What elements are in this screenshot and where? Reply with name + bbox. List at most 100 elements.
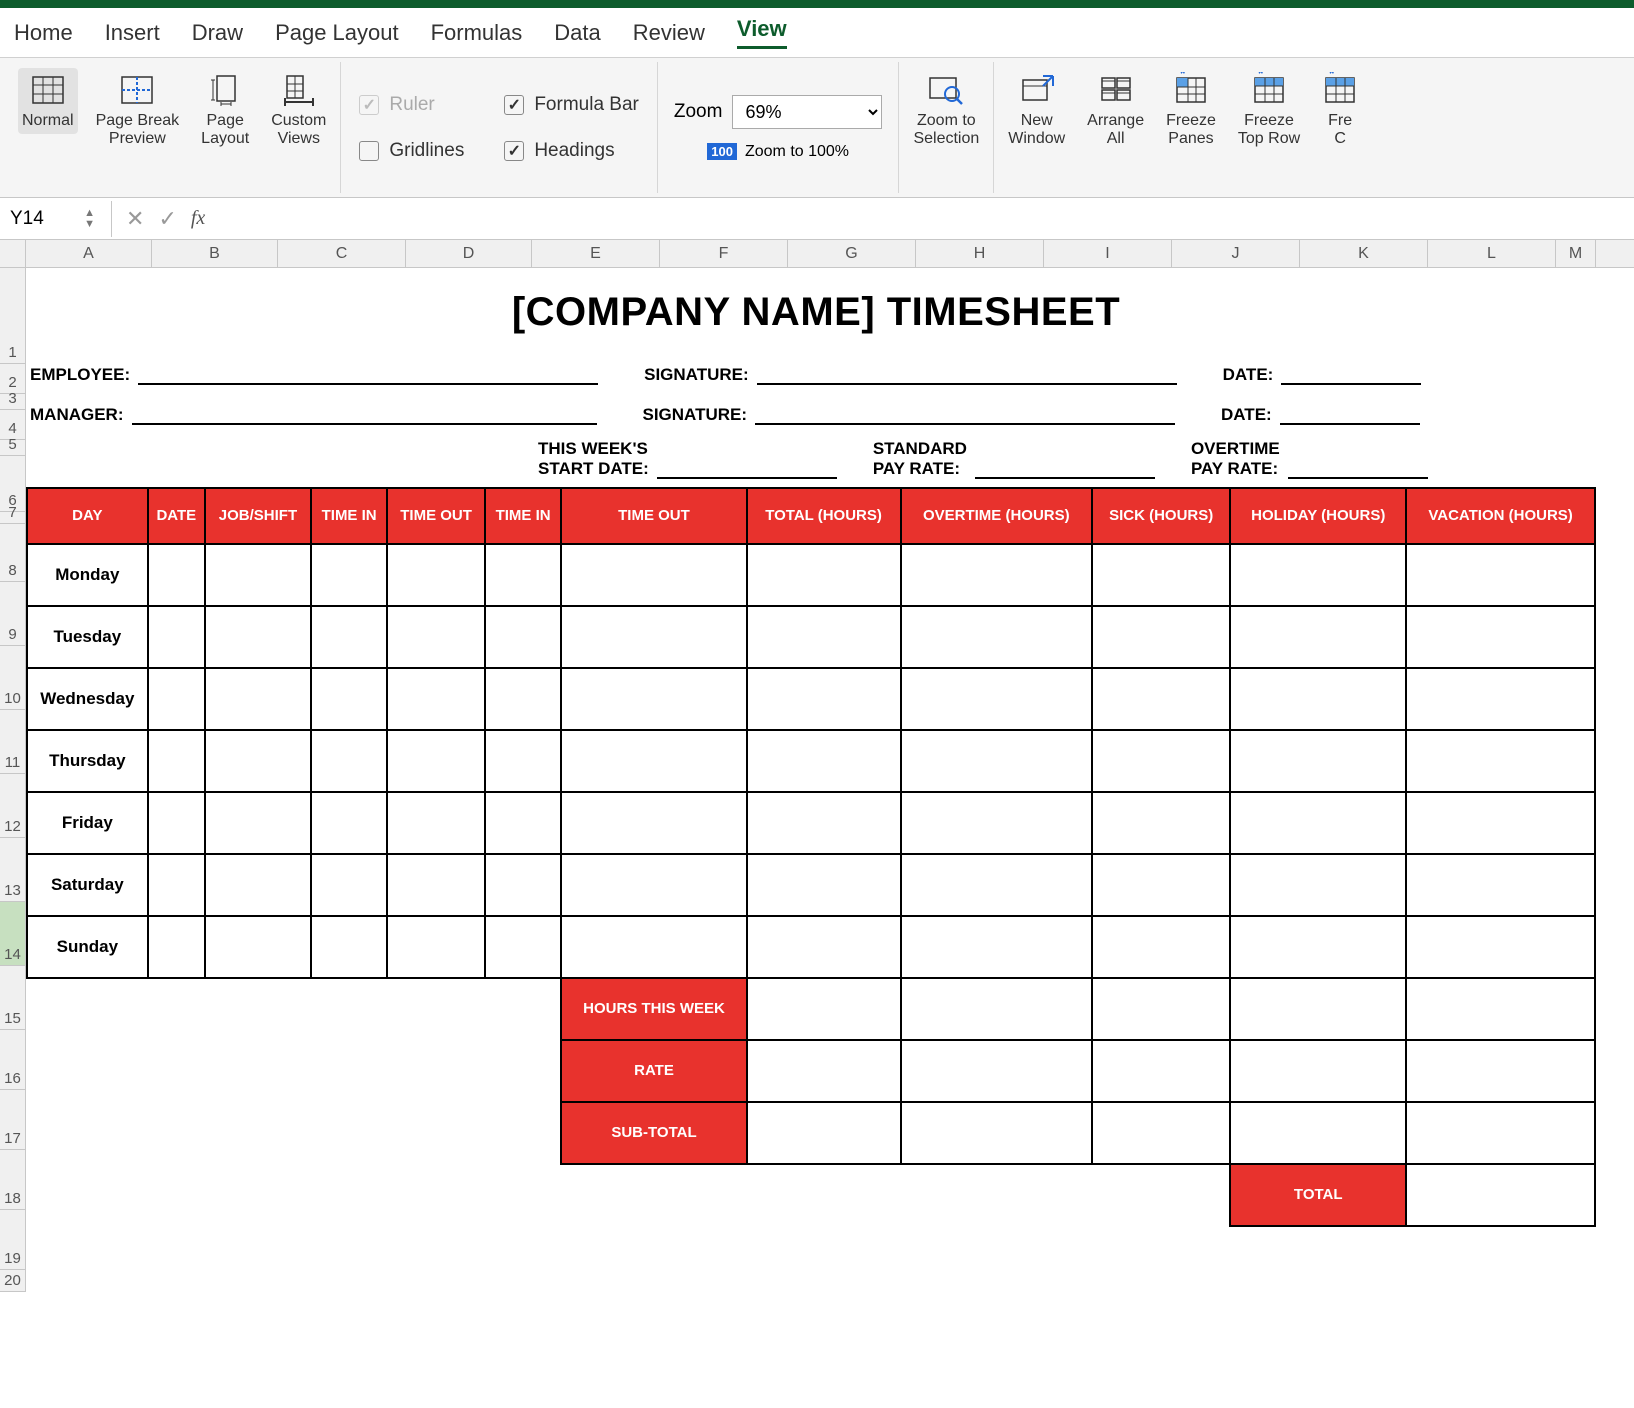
table-cell[interactable] xyxy=(148,730,205,792)
accept-formula-icon[interactable]: ✓ xyxy=(158,206,176,232)
table-cell[interactable] xyxy=(485,544,562,606)
select-all-corner[interactable] xyxy=(0,240,26,267)
table-cell[interactable] xyxy=(205,544,311,606)
row-header-1[interactable]: 1 xyxy=(0,268,25,364)
table-cell[interactable]: Monday xyxy=(27,544,148,606)
table-cell[interactable] xyxy=(1230,544,1406,606)
table-cell[interactable] xyxy=(747,854,901,916)
table-cell[interactable]: Saturday xyxy=(27,854,148,916)
table-row[interactable]: Friday xyxy=(27,792,1595,854)
summary-cell[interactable] xyxy=(747,1102,901,1164)
col-header-D[interactable]: D xyxy=(406,240,532,267)
table-cell[interactable]: Friday xyxy=(27,792,148,854)
menu-page-layout[interactable]: Page Layout xyxy=(275,20,399,46)
col-header-E[interactable]: E xyxy=(532,240,660,267)
table-cell[interactable] xyxy=(1092,668,1230,730)
summary-cell[interactable] xyxy=(1406,1102,1595,1164)
row-header-11[interactable]: 11 xyxy=(0,710,25,774)
table-cell[interactable] xyxy=(148,606,205,668)
table-cell[interactable] xyxy=(148,544,205,606)
table-cell[interactable]: Tuesday xyxy=(27,606,148,668)
summary-label[interactable]: HOURS THIS WEEK xyxy=(561,978,746,1040)
table-cell[interactable] xyxy=(387,668,484,730)
table-cell[interactable]: Wednesday xyxy=(27,668,148,730)
summary-cell[interactable] xyxy=(1230,1040,1406,1102)
summary-label[interactable]: SUB-TOTAL xyxy=(561,1102,746,1164)
row-header-19[interactable]: 19 xyxy=(0,1210,25,1270)
zoom-to-selection-button[interactable]: Zoom to Selection xyxy=(909,68,983,153)
toprow-button[interactable]: *Freeze Top Row xyxy=(1234,68,1304,153)
table-cell[interactable] xyxy=(1406,854,1595,916)
table-cell[interactable] xyxy=(561,792,746,854)
row-header-17[interactable]: 17 xyxy=(0,1090,25,1150)
menu-formulas[interactable]: Formulas xyxy=(431,20,523,46)
col-header-G[interactable]: G xyxy=(788,240,916,267)
row-header-7[interactable]: 7 xyxy=(0,512,25,524)
table-cell[interactable] xyxy=(747,792,901,854)
headings-checkbox[interactable]: Headings xyxy=(504,140,639,162)
summary-cell[interactable] xyxy=(1230,978,1406,1040)
table-cell[interactable] xyxy=(1230,792,1406,854)
table-cell[interactable] xyxy=(485,916,562,978)
summary-cell[interactable] xyxy=(1092,978,1230,1040)
table-cell[interactable] xyxy=(311,668,388,730)
table-row[interactable]: Tuesday xyxy=(27,606,1595,668)
table-cell[interactable] xyxy=(901,792,1093,854)
table-cell[interactable] xyxy=(1092,916,1230,978)
col-header-F[interactable]: F xyxy=(660,240,788,267)
table-row[interactable]: Wednesday xyxy=(27,668,1595,730)
table-cell[interactable] xyxy=(485,792,562,854)
col-header-K[interactable]: K xyxy=(1300,240,1428,267)
summary-cell[interactable] xyxy=(1406,1040,1595,1102)
row-header-15[interactable]: 15 xyxy=(0,966,25,1030)
table-cell[interactable] xyxy=(1230,916,1406,978)
table-cell[interactable] xyxy=(387,544,484,606)
table-cell[interactable] xyxy=(561,854,746,916)
table-cell[interactable] xyxy=(561,544,746,606)
fx-icon[interactable]: fx xyxy=(191,207,205,230)
formula-input[interactable] xyxy=(219,201,1634,237)
table-cell[interactable] xyxy=(1406,916,1595,978)
table-cell[interactable] xyxy=(311,606,388,668)
table-cell[interactable] xyxy=(311,792,388,854)
row-header-9[interactable]: 9 xyxy=(0,582,25,646)
menu-draw[interactable]: Draw xyxy=(192,20,243,46)
page-view-button[interactable]: Page Layout xyxy=(197,68,253,153)
table-cell[interactable] xyxy=(485,854,562,916)
row-header-16[interactable]: 16 xyxy=(0,1030,25,1090)
menu-view[interactable]: View xyxy=(737,16,787,49)
gridlines-checkbox[interactable]: Gridlines xyxy=(359,140,464,162)
row-header-8[interactable]: 8 xyxy=(0,524,25,582)
zoom-100-button[interactable]: 100Zoom to 100% xyxy=(707,143,849,161)
table-cell[interactable] xyxy=(901,606,1093,668)
cancel-formula-icon[interactable]: ✕ xyxy=(126,206,144,232)
table-cell[interactable] xyxy=(148,668,205,730)
col-header-L[interactable]: L xyxy=(1428,240,1556,267)
table-cell[interactable] xyxy=(747,668,901,730)
table-cell[interactable] xyxy=(1230,730,1406,792)
table-cell[interactable] xyxy=(148,854,205,916)
new-button[interactable]: New Window xyxy=(1004,68,1069,153)
table-cell[interactable] xyxy=(148,916,205,978)
table-row[interactable]: Thursday xyxy=(27,730,1595,792)
col-header-J[interactable]: J xyxy=(1172,240,1300,267)
table-cell[interactable] xyxy=(1406,792,1595,854)
table-cell[interactable] xyxy=(387,792,484,854)
row-header-12[interactable]: 12 xyxy=(0,774,25,838)
table-cell[interactable]: Thursday xyxy=(27,730,148,792)
total-label[interactable]: TOTAL xyxy=(1230,1164,1406,1226)
table-cell[interactable] xyxy=(205,792,311,854)
table-cell[interactable] xyxy=(1406,544,1595,606)
name-box[interactable]: Y14 ▲▼ xyxy=(0,201,112,237)
table-cell[interactable] xyxy=(747,606,901,668)
menu-insert[interactable]: Insert xyxy=(105,20,160,46)
row-header-18[interactable]: 18 xyxy=(0,1150,25,1210)
table-cell[interactable] xyxy=(311,730,388,792)
row-header-13[interactable]: 13 xyxy=(0,838,25,902)
row-header-3[interactable]: 3 xyxy=(0,394,25,410)
table-cell[interactable] xyxy=(901,544,1093,606)
table-cell[interactable] xyxy=(485,730,562,792)
table-row[interactable]: Saturday xyxy=(27,854,1595,916)
table-cell[interactable] xyxy=(901,916,1093,978)
table-row[interactable]: Sunday xyxy=(27,916,1595,978)
